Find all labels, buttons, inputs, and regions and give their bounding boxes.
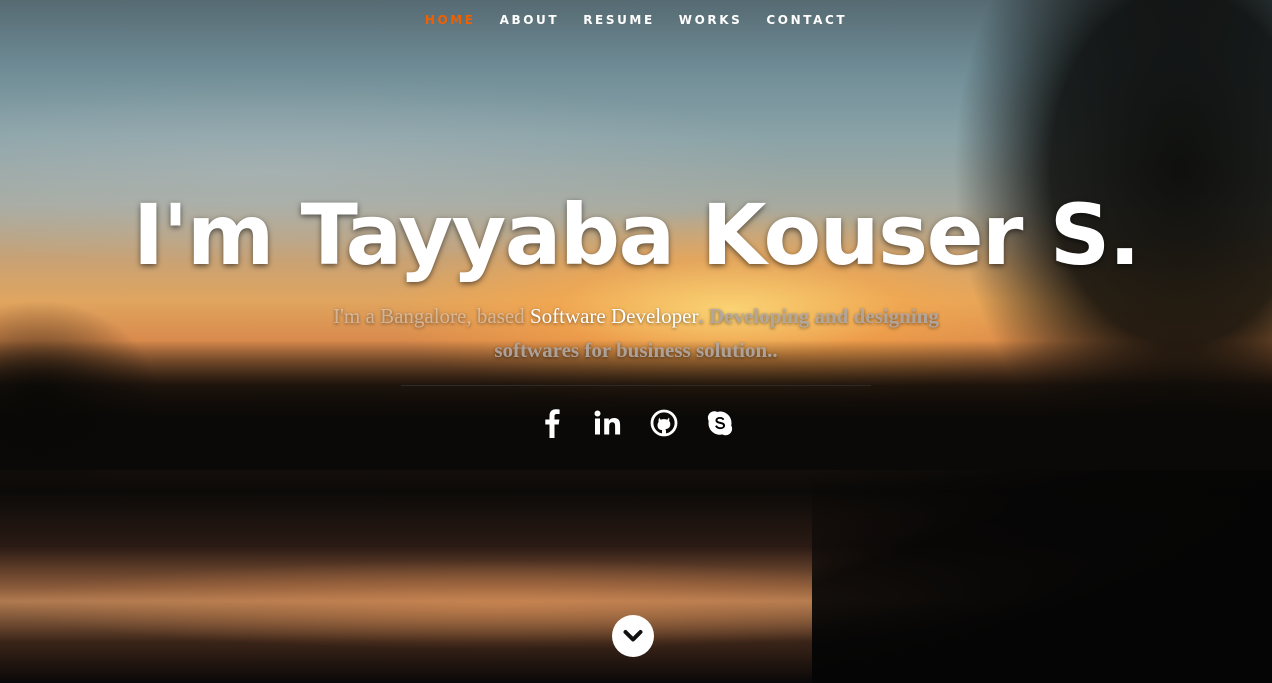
banner: I'm Tayyaba Kouser S. I'm a Bangalore, b… [0, 185, 1272, 438]
tagline-prefix: I'm a Bangalore, based [333, 304, 530, 328]
nav-item-home[interactable]: HOME [413, 13, 488, 27]
nav-item-works[interactable]: WORKS [667, 13, 755, 27]
linkedin-icon[interactable] [593, 408, 623, 438]
scroll-down-button[interactable] [612, 615, 654, 657]
social-links [0, 408, 1272, 438]
nav-item-contact[interactable]: CONTACT [754, 13, 859, 27]
banner-tagline: I'm a Bangalore, based Software Develope… [306, 299, 966, 367]
main-nav: HOME ABOUT RESUME WORKS CONTACT [0, 0, 1272, 40]
nav-item-about[interactable]: ABOUT [488, 13, 572, 27]
github-icon[interactable] [649, 408, 679, 438]
water-reflection [0, 560, 1000, 650]
skype-icon[interactable] [705, 408, 735, 438]
facebook-icon[interactable] [537, 408, 567, 438]
banner-headline: I'm Tayyaba Kouser S. [132, 186, 1141, 284]
tagline-highlight: Software Developer [529, 304, 699, 328]
banner-divider [401, 385, 871, 386]
hero-section: HOME ABOUT RESUME WORKS CONTACT I'm Tayy… [0, 0, 1272, 683]
chevron-down-icon [623, 630, 643, 642]
nav-item-resume[interactable]: RESUME [571, 13, 667, 27]
tagline-mid: . [698, 304, 709, 328]
shore-silhouette [812, 470, 1272, 683]
